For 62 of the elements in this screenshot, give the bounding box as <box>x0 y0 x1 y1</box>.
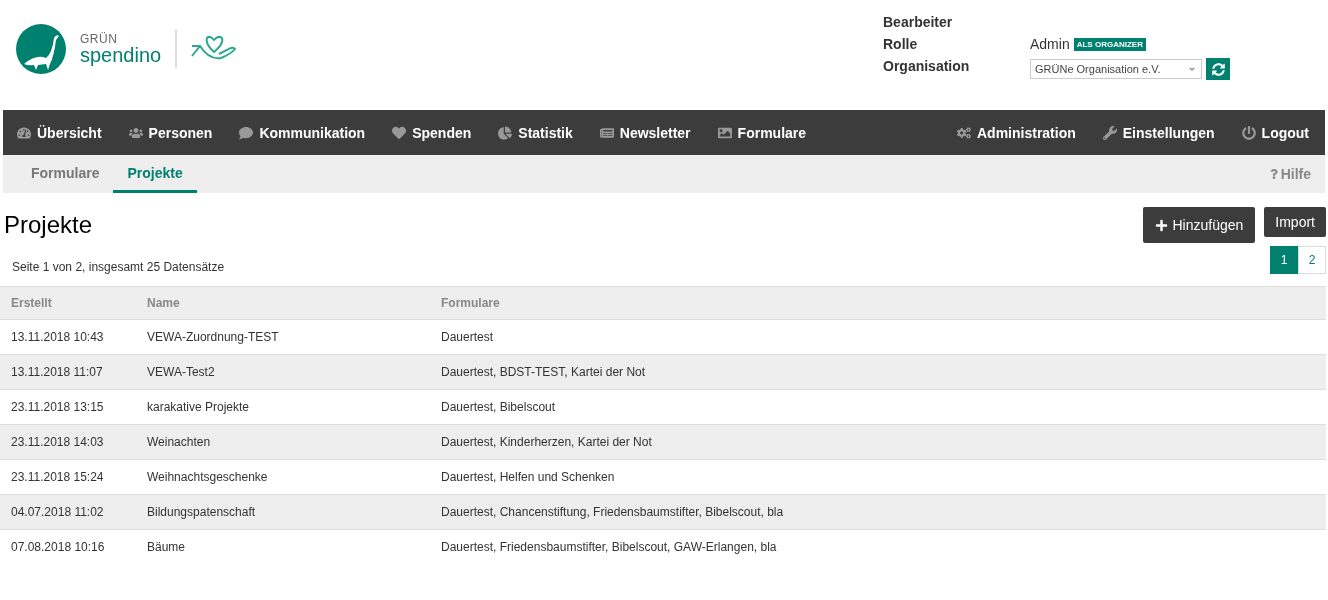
gauge-icon <box>17 125 31 140</box>
nav-item[interactable]: Administration <box>957 124 1076 141</box>
table-cell: Dauertest <box>430 319 1326 355</box>
pie-chart-icon <box>498 125 513 140</box>
info-label: Rolle <box>883 36 919 52</box>
table-cell: Dauertest, Bibelscout <box>430 389 1326 425</box>
nav-item[interactable]: Formulare <box>717 124 807 141</box>
heart-icon <box>392 125 407 140</box>
table-cell: 23.11.2018 13:15 <box>0 389 136 425</box>
question-mark-icon <box>1268 169 1279 179</box>
record-count-text: Seite 1 von 2, insgesamt 25 Datensätze <box>12 260 225 274</box>
nav-item[interactable]: Einstellungen <box>1102 124 1215 141</box>
role-value: Admin <box>1030 36 1070 52</box>
refresh-icon <box>1211 62 1225 76</box>
gears-icon <box>957 125 971 140</box>
speech-bubble-icon <box>239 125 254 140</box>
organisation-select[interactable]: GRÜNe Organisation e.V. <box>1030 59 1202 79</box>
page-title: Projekte <box>4 211 93 239</box>
refresh-button[interactable] <box>1206 58 1230 80</box>
table-cell: Dauertest, Friedensbaumstifter, Bibelscout, GAW-Erlangen, bla <box>430 529 1326 564</box>
page-link[interactable]: 2 <box>1298 246 1326 274</box>
nav-item[interactable]: Kommunikation <box>239 124 366 141</box>
people-icon <box>128 125 143 140</box>
add-button[interactable]: Hinzufügen <box>1143 207 1256 243</box>
table-cell: Dauertest, Kinderherzen, Kartei der Not <box>430 424 1326 460</box>
role-badge: ALS ORGANIZER <box>1073 37 1146 51</box>
image-icon <box>717 125 732 140</box>
table-cell: Bäume <box>136 529 430 564</box>
table-cell: Dauertest, Chancenstiftung, Friedensbaumstifter, Bibelscout, bla <box>430 494 1326 530</box>
plus-icon <box>1155 218 1169 232</box>
nav-item[interactable]: Übersicht <box>17 124 102 141</box>
wrench-icon <box>1102 125 1117 140</box>
table-cell: Dauertest, BDST-TEST, Kartei der Not <box>430 354 1326 390</box>
table-cell: Weihnachtsgeschenke <box>136 459 430 495</box>
info-label: Organisation <box>883 58 971 76</box>
table-cell: Weinachten <box>136 424 430 460</box>
sub-nav-tab[interactable]: Projekte <box>113 155 197 193</box>
table-cell: 13.11.2018 10:43 <box>0 319 136 355</box>
nav-item[interactable]: Newsletter <box>599 124 691 141</box>
nav-item[interactable]: Spenden <box>392 124 472 141</box>
table-cell: Bildungspatenschaft <box>136 494 430 530</box>
table-cell: karakative Projekte <box>136 389 430 425</box>
table-cell: 23.11.2018 14:03 <box>0 424 136 460</box>
page-link[interactable]: 1 <box>1270 246 1298 274</box>
nav-item[interactable]: Statistik <box>498 124 573 141</box>
table-cell: 23.11.2018 15:24 <box>0 459 136 495</box>
brand-top-text: GRÜN <box>80 33 119 45</box>
table-cell: 04.07.2018 11:02 <box>0 494 136 530</box>
table-cell: VEWA-Zuordnung-TEST <box>136 319 430 355</box>
power-icon <box>1241 125 1256 140</box>
dinosaur-logo-icon <box>16 24 66 74</box>
info-label: Bearbeiter <box>883 14 954 30</box>
nav-item[interactable]: Personen <box>128 124 213 141</box>
import-button[interactable]: Import <box>1264 207 1326 237</box>
table-cell: 13.11.2018 11:07 <box>0 354 136 390</box>
table-cell: 07.08.2018 10:16 <box>0 529 136 564</box>
nav-item[interactable]: Logout <box>1241 124 1309 141</box>
newspaper-icon <box>599 125 614 140</box>
brand-name-text: spendino <box>80 45 162 65</box>
sub-nav-tab[interactable]: Formulare <box>17 155 114 193</box>
table-cell: VEWA-Test2 <box>136 354 430 390</box>
table-cell: Dauertest, Helfen und Schenken <box>430 459 1326 495</box>
